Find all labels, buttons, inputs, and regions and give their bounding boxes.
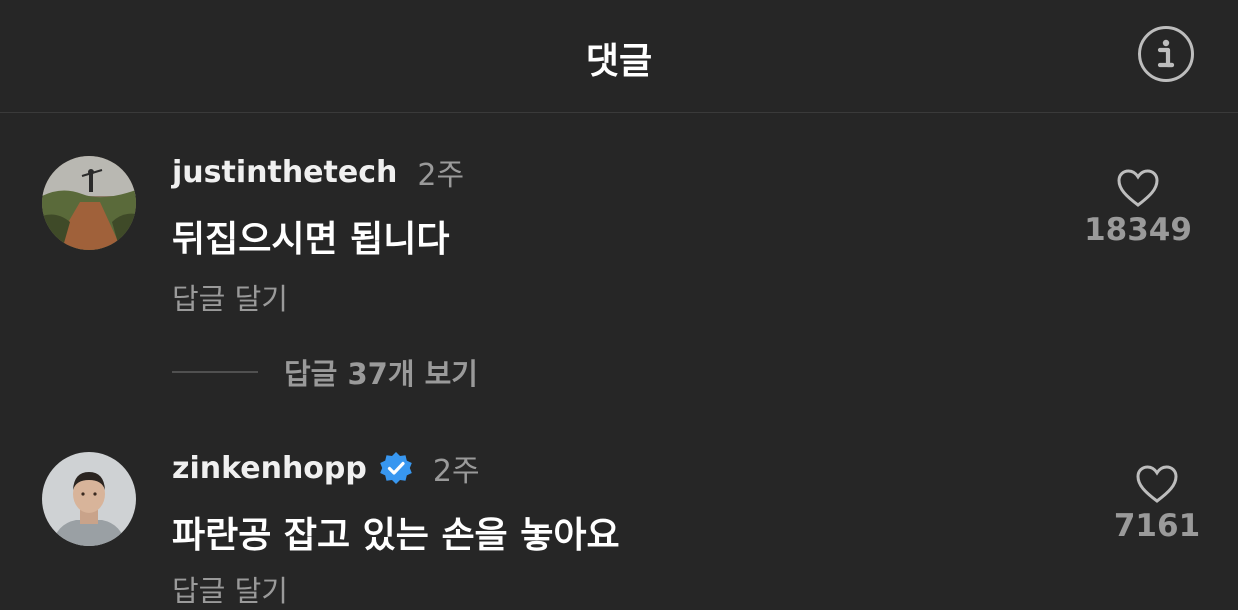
view-replies-label: 답글 37개 보기 — [284, 357, 478, 391]
reply-button[interactable]: 답글 달기 — [172, 276, 288, 318]
username[interactable]: zinkenhopp — [172, 451, 367, 486]
avatar[interactable] — [42, 452, 136, 546]
replies-divider — [172, 371, 258, 373]
reply-button[interactable]: 답글 달기 — [172, 568, 288, 610]
verified-badge-icon — [380, 452, 412, 484]
comment-time: 2주 — [417, 158, 465, 193]
like-count: 18349 — [1084, 212, 1192, 248]
avatar[interactable] — [42, 156, 136, 250]
username[interactable]: justinthetech — [172, 155, 397, 190]
info-icon — [1157, 39, 1175, 68]
page-title: 댓글 — [585, 41, 653, 82]
comment-meta: zinkenhopp 2주 — [172, 448, 480, 490]
comment-text: 파란공 잡고 있는 손을 놓아요 — [172, 515, 620, 556]
comment-text: 뒤집으시면 됩니다 — [172, 219, 450, 260]
like-button[interactable]: 18349 — [1068, 168, 1208, 248]
heart-icon — [1117, 169, 1159, 207]
comments-header: 댓글 — [0, 0, 1238, 113]
comment-meta: justinthetech 2주 — [172, 152, 465, 194]
like-button[interactable]: 7161 — [1087, 464, 1227, 544]
comment-time: 2주 — [432, 454, 480, 489]
heart-icon — [1136, 465, 1178, 503]
like-count: 7161 — [1113, 508, 1201, 544]
view-replies-button[interactable]: 답글 37개 보기 — [172, 354, 478, 391]
info-button[interactable] — [1138, 26, 1194, 82]
